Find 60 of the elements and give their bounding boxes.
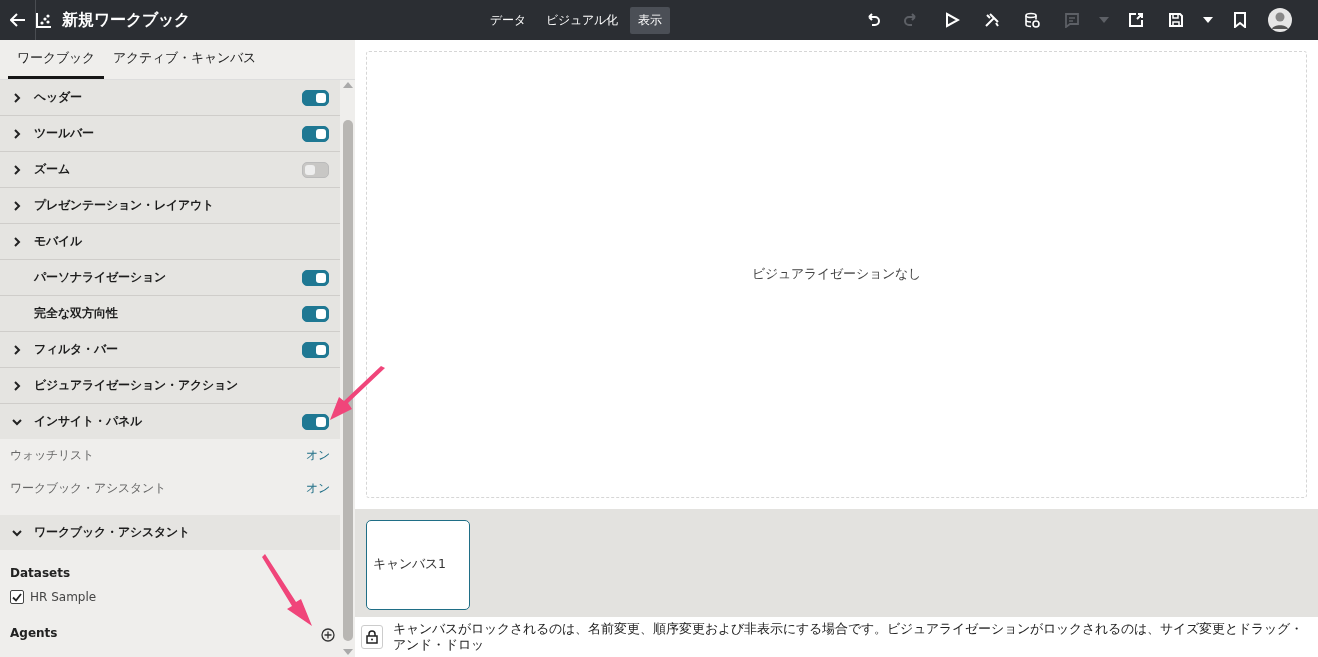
export-icon: [1128, 12, 1144, 28]
section-label: 完全な双方向性: [34, 305, 118, 322]
toggle-switch[interactable]: [302, 341, 329, 358]
section-label: パーソナライゼーション: [34, 269, 166, 286]
section-header[interactable]: ワークブック・アシスタント: [0, 515, 340, 550]
bookmark-icon: [1232, 12, 1248, 28]
section-header[interactable]: インサイト・パネル: [0, 404, 340, 439]
section-header[interactable]: ビジュアライゼーション・アクション: [0, 368, 340, 404]
toggle-switch[interactable]: [302, 125, 329, 142]
setting-label: ウォッチリスト: [10, 447, 94, 464]
tools-icon: [984, 12, 1000, 28]
section-header[interactable]: ズーム: [0, 152, 340, 188]
section-label: フィルタ・バー: [34, 341, 118, 358]
panel-tab[interactable]: アクティブ・キャンバス: [104, 40, 265, 79]
setting-value[interactable]: オン: [306, 447, 330, 464]
mode-tab[interactable]: 表示: [630, 6, 670, 34]
mode-tab[interactable]: データ: [482, 6, 534, 34]
caret-icon: [1203, 17, 1213, 23]
section-header[interactable]: モバイル: [0, 224, 340, 260]
section-label: モバイル: [34, 233, 82, 250]
datasets-heading: Datasets: [10, 566, 72, 580]
toggle-switch[interactable]: [302, 161, 329, 178]
section-header[interactable]: 完全な双方向性: [0, 296, 340, 332]
section-label: インサイト・パネル: [34, 413, 142, 430]
dataset-label: HR Sample: [30, 590, 97, 604]
toggle-switch[interactable]: [302, 305, 329, 322]
toggle-switch[interactable]: [302, 269, 329, 286]
setting-label: ワークブック・アシスタント: [10, 480, 166, 497]
section-header[interactable]: ツールバー: [0, 116, 340, 152]
save-icon: [1168, 12, 1184, 28]
section-header[interactable]: パーソナライゼーション: [0, 260, 340, 296]
checkbox[interactable]: [10, 590, 24, 604]
caret-icon: [1099, 17, 1109, 23]
avatar-icon: [1268, 8, 1292, 32]
play-icon: [944, 12, 960, 28]
add-button[interactable]: [320, 628, 336, 644]
section-label: ヘッダー: [34, 89, 82, 106]
section-label: ビジュアライゼーション・アクション: [34, 377, 238, 394]
comment-icon: [1064, 12, 1080, 28]
toggle-switch[interactable]: [302, 89, 329, 106]
lock-icon: [366, 629, 379, 644]
empty-message: ビジュアライゼーションなし: [752, 265, 921, 284]
canvas-thumbnail[interactable]: キャンバス1: [366, 519, 470, 610]
section-label: プレゼンテーション・レイアウト: [34, 197, 214, 214]
database-icon: [1024, 12, 1040, 28]
setting-value[interactable]: オン: [306, 480, 330, 497]
toggle-switch[interactable]: [302, 413, 329, 430]
section-label: ズーム: [34, 161, 70, 178]
section-label: ワークブック・アシスタント: [34, 524, 190, 541]
status-message: キャンバスがロックされるのは、名前変更、順序変更および非表示にする場合です。ビジュアライゼーションがロックされるのは、サイズ変更とドラッグ・アンド・ドロッ: [393, 620, 1305, 653]
section-label: ツールバー: [34, 125, 94, 142]
chart-icon: [36, 12, 52, 28]
agents-heading: Agents: [10, 626, 58, 640]
lock-button[interactable]: [361, 624, 384, 649]
section-header[interactable]: ヘッダー: [0, 80, 340, 116]
section-header[interactable]: プレゼンテーション・レイアウト: [0, 188, 340, 224]
mode-tab[interactable]: ビジュアル化: [538, 6, 626, 34]
workbook-title: 新規ワークブック: [62, 9, 191, 31]
back-arrow-icon: [9, 13, 26, 27]
section-header[interactable]: フィルタ・バー: [0, 332, 340, 368]
